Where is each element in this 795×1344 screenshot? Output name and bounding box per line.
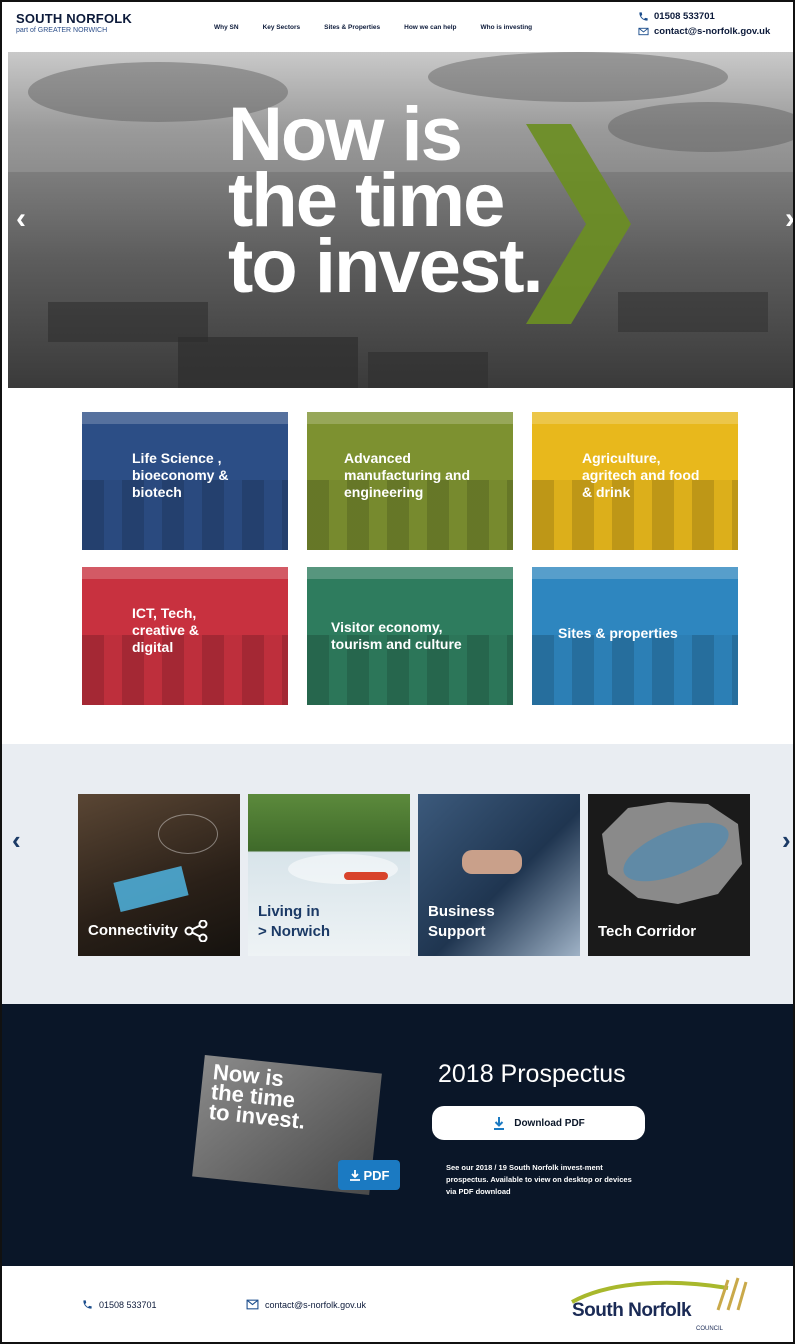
site-footer: 01508 533701 contact@s-norfolk.gov.uk So… xyxy=(2,1266,793,1342)
hero-next-arrow[interactable]: › xyxy=(785,202,793,236)
main-nav: Why SN Key Sectors Sites & Properties Ho… xyxy=(214,24,556,31)
hero-building xyxy=(48,302,208,342)
card-label: Connectivity xyxy=(88,920,208,942)
phone-screen-graphic xyxy=(113,865,189,913)
hero-line-3: to invest. xyxy=(228,224,544,309)
hero-building xyxy=(178,337,358,388)
pdf-badge[interactable]: PDF xyxy=(338,1160,400,1190)
card-label-line-1: Business xyxy=(428,903,495,920)
nav-who-is-investing[interactable]: Who is investing xyxy=(481,24,533,31)
card-label-text: Connectivity xyxy=(88,922,179,939)
pdf-badge-label: PDF xyxy=(363,1167,390,1183)
tile-label: ICT, Tech, creative & digital xyxy=(132,605,199,655)
download-pdf-label: Download PDF xyxy=(514,1117,585,1129)
nav-sites-properties[interactable]: Sites & Properties xyxy=(324,24,380,31)
card-connectivity[interactable]: Connectivity xyxy=(78,794,240,956)
sector-tile-visitor-economy[interactable]: Visitor economy, tourism and culture xyxy=(307,567,513,705)
logo-title: SOUTH NORFOLK xyxy=(16,11,132,26)
phone-icon xyxy=(639,12,648,21)
footer-phone[interactable]: 01508 533701 xyxy=(82,1299,157,1310)
tile-label: Advanced manufacturing and engineering xyxy=(344,450,471,500)
carousel-next-arrow[interactable]: › xyxy=(782,825,791,856)
footer-email[interactable]: contact@s-norfolk.gov.uk xyxy=(246,1299,366,1310)
council-logo-subtitle: COUNCIL xyxy=(696,1326,724,1332)
tile-label: Agriculture, agritech and food & drink xyxy=(582,450,700,500)
map-graphic xyxy=(602,802,742,904)
sector-tile-advanced-manufacturing[interactable]: Advanced manufacturing and engineering xyxy=(307,412,513,550)
nav-how-we-can-help[interactable]: How we can help xyxy=(404,24,456,31)
card-tech-corridor[interactable]: Tech Corridor xyxy=(588,794,750,956)
nav-why-sn[interactable]: Why SN xyxy=(214,24,239,31)
card-label: Tech Corridor xyxy=(598,923,697,940)
mail-icon xyxy=(638,27,649,36)
footer-phone-text: 01508 533701 xyxy=(99,1299,157,1310)
tile-label: Sites & properties xyxy=(558,625,678,641)
hero-building xyxy=(368,352,488,388)
tile-label: Life Science , bioeconomy & biotech xyxy=(132,450,229,500)
handshake-graphic xyxy=(462,850,522,874)
header-phone[interactable]: 01508 533701 xyxy=(638,11,770,22)
phone-icon xyxy=(83,1300,92,1309)
council-logo[interactable]: South Norfolk COUNCIL xyxy=(568,1276,758,1340)
hero-headline: Now is the time to invest. xyxy=(228,97,544,309)
card-label: Business Support xyxy=(428,902,495,942)
hero-prev-arrow[interactable]: ‹ xyxy=(16,202,26,236)
kayak-graphic xyxy=(344,872,388,880)
header-email[interactable]: contact@s-norfolk.gov.uk xyxy=(638,26,770,37)
sector-tile-life-science[interactable]: Life Science , bioeconomy & biotech xyxy=(82,412,288,550)
header-email-text: contact@s-norfolk.gov.uk xyxy=(654,26,771,37)
card-label-line-1: Living in xyxy=(258,903,320,920)
tile-label: Visitor economy, tourism and culture xyxy=(331,619,462,652)
card-living-in-norwich[interactable]: Living in > Norwich xyxy=(248,794,410,956)
prospectus-title: 2018 Prospectus xyxy=(438,1060,626,1088)
card-label-line-2: > Norwich xyxy=(258,923,331,940)
card-business-support[interactable]: Business Support xyxy=(418,794,580,956)
feature-cards: Connectivity Living in > Norwich Busines… xyxy=(78,794,750,956)
hero-building xyxy=(618,292,768,332)
carousel-prev-arrow[interactable]: ‹ xyxy=(12,825,21,856)
sector-tile-ict-tech[interactable]: ICT, Tech, creative & digital xyxy=(82,567,288,705)
download-icon xyxy=(494,1117,505,1130)
network-graphic xyxy=(158,814,218,854)
site-logo[interactable]: SOUTH NORFOLK part of GREATER NORWICH xyxy=(16,11,132,34)
download-pdf-button[interactable]: Download PDF xyxy=(432,1106,645,1140)
cover-headline: Now is the time to invest. xyxy=(208,1059,310,1134)
sector-tiles: Life Science , bioeconomy & biotech Adva… xyxy=(82,412,742,705)
prospectus-section xyxy=(2,1004,793,1266)
hero-cloud xyxy=(428,52,728,102)
site-header: SOUTH NORFOLK part of GREATER NORWICH Wh… xyxy=(2,2,793,52)
logo-subtitle: part of GREATER NORWICH xyxy=(16,27,108,34)
card-label: Living in > Norwich xyxy=(258,902,330,942)
footer-email-text: contact@s-norfolk.gov.uk xyxy=(265,1299,367,1310)
header-phone-text: 01508 533701 xyxy=(654,11,715,22)
sector-tile-agriculture[interactable]: Agriculture, agritech and food & drink xyxy=(532,412,738,550)
share-icon xyxy=(184,920,208,942)
header-contact: 01508 533701 contact@s-norfolk.gov.uk xyxy=(638,11,770,41)
hero-banner: Now is the time to invest. ‹ › xyxy=(8,52,793,388)
mail-icon xyxy=(246,1299,259,1310)
prospectus-description: See our 2018 / 19 South Norfolk invest-m… xyxy=(446,1163,632,1196)
tile-room-graphic xyxy=(532,635,738,705)
page: SOUTH NORFOLK part of GREATER NORWICH Wh… xyxy=(0,0,795,1344)
nav-key-sectors[interactable]: Key Sectors xyxy=(263,24,301,31)
council-logo-name: South Norfolk xyxy=(572,1300,692,1321)
sector-tile-sites-properties[interactable]: Sites & properties xyxy=(532,567,738,705)
download-icon xyxy=(349,1170,360,1181)
card-label-line-2: Support xyxy=(428,923,486,940)
